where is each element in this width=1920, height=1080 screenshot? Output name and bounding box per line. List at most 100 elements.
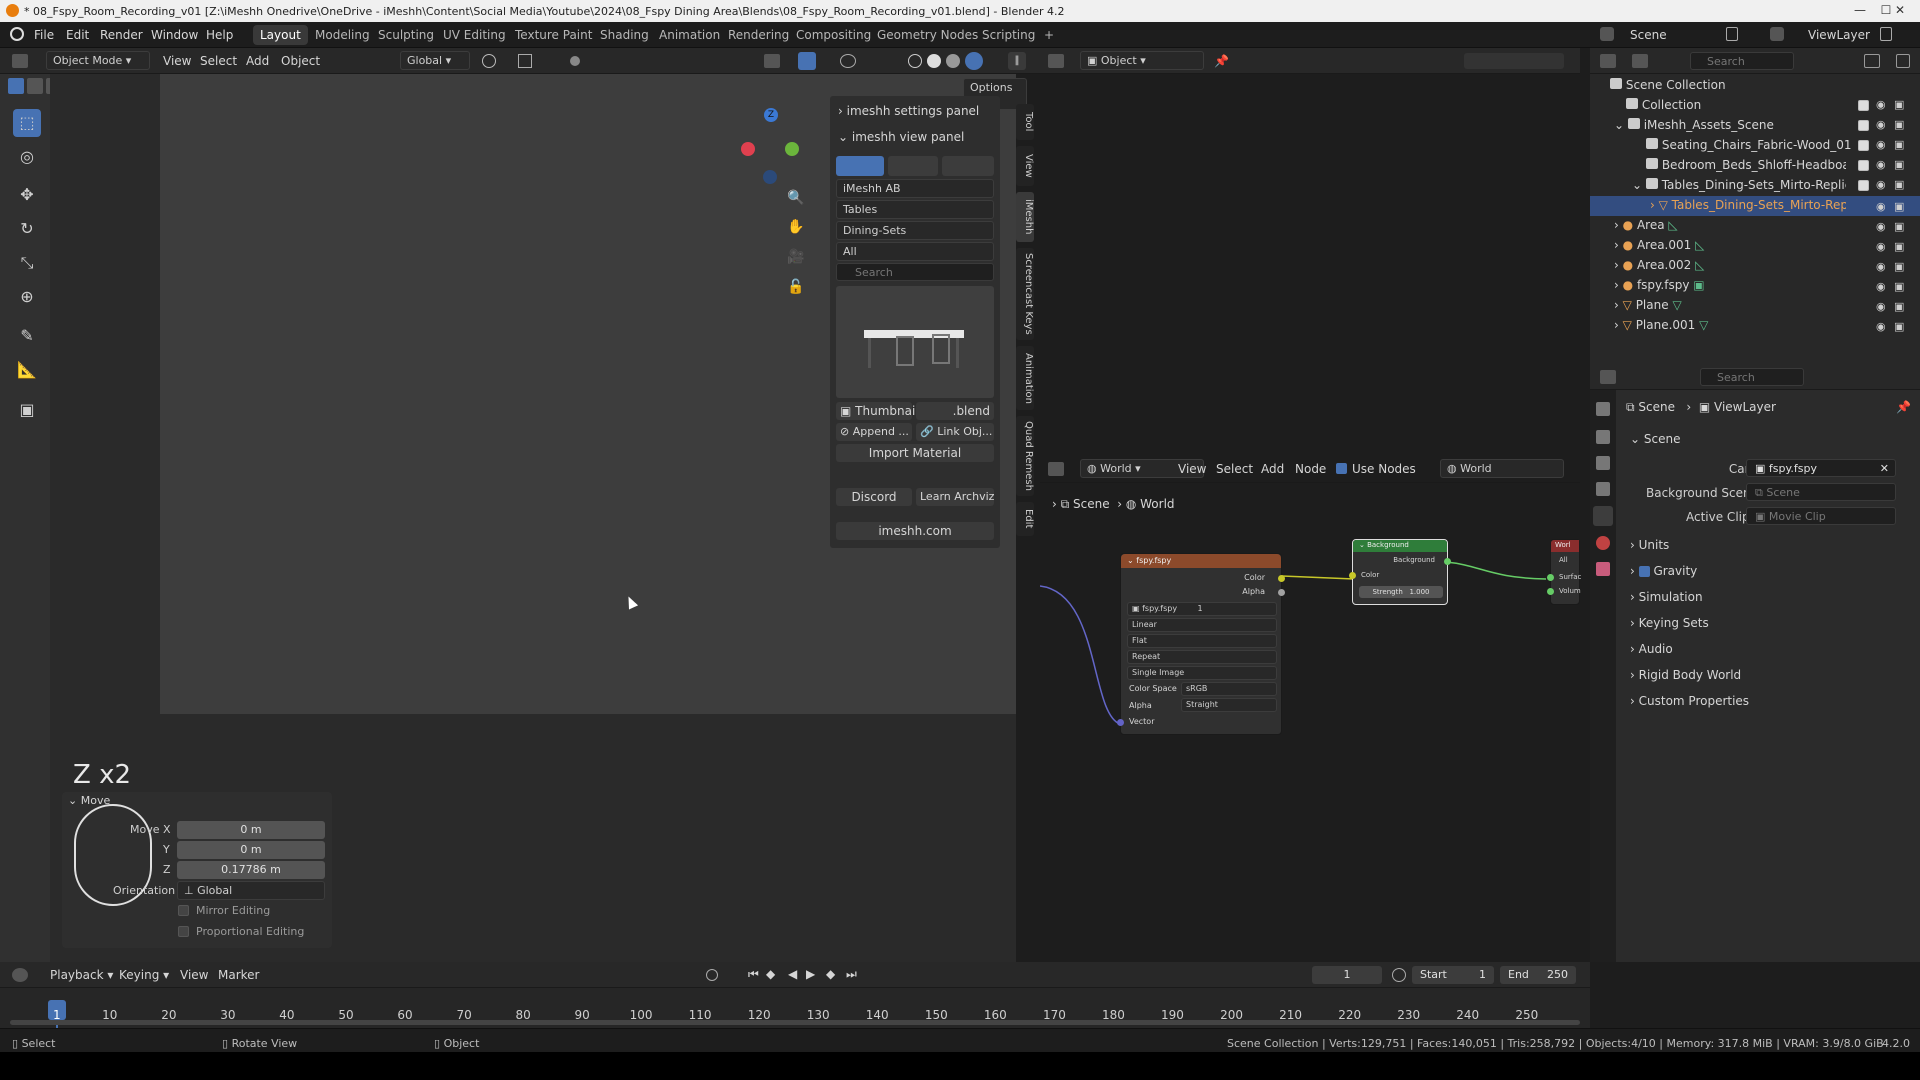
socket-surface[interactable] [1547,574,1554,581]
tab-uv-editing[interactable]: UV Editing [436,25,513,45]
node-menu-add[interactable]: Add [1261,462,1284,476]
panel-units[interactable]: › Units [1630,538,1669,552]
play-reverse-icon[interactable]: ◀ [788,967,797,981]
outliner-search-input[interactable] [1690,52,1794,70]
eye-icon[interactable]: ◉ [1876,280,1886,293]
extension-dropdown[interactable]: Repeat [1127,650,1277,664]
axis-neg-z-icon[interactable] [763,170,777,184]
editor-type-icon[interactable] [12,54,28,68]
move-x-field[interactable]: 0 m [177,821,325,839]
render-tab-icon[interactable] [1596,430,1610,444]
select-extend-icon[interactable] [27,78,43,94]
link-object-button[interactable]: 🔗 Link Obj... [916,423,994,441]
scale-tool-icon[interactable]: ⤡ [13,249,41,277]
camera-view-icon[interactable]: 🎥 [787,249,807,269]
camera-icon[interactable]: ▣ [1894,280,1904,293]
node-menu-view[interactable]: View [1178,462,1206,476]
panel-rigid-body-world[interactable]: › Rigid Body World [1630,668,1741,682]
proportional-icon[interactable] [570,56,580,66]
proportional-editing-checkbox[interactable] [178,926,189,937]
node-menu-select[interactable]: Select [1216,462,1253,476]
image-editor-area[interactable] [1040,74,1580,452]
sidebar-tab-view[interactable]: View [1016,146,1034,186]
eye-icon[interactable]: ◉ [1876,300,1886,313]
stopwatch-icon[interactable] [1392,968,1406,982]
tab-scripting[interactable]: Scripting [975,25,1042,45]
projection-dropdown[interactable]: Flat [1127,634,1277,648]
display-mode-icon[interactable] [1632,54,1648,68]
imeshh-site-button[interactable]: imeshh.com [836,522,994,540]
tab-modeling[interactable]: Modeling [308,25,377,45]
active-clip-field[interactable]: ▣ Movie Clip [1746,507,1896,525]
sidebar-tab-screencast-keys[interactable]: Screencast Keys [1016,248,1034,340]
clear-camera-icon[interactable]: ✕ [1880,460,1895,478]
category-dropdown[interactable]: Tables [836,200,994,219]
rendered-shading-icon[interactable] [965,52,983,70]
pause-render-icon[interactable]: ‖ [1008,52,1026,70]
socket-alpha[interactable] [1278,589,1285,596]
exclude-checkbox[interactable] [1858,120,1869,131]
world-output-node[interactable]: Worl All Surface Volume [1547,539,1581,605]
editor-type-icon[interactable] [1048,462,1064,476]
sidebar-tab-edit[interactable]: Edit [1016,502,1034,536]
panel-keying-sets[interactable]: › Keying Sets [1630,616,1709,630]
eye-icon[interactable]: ◉ [1876,138,1886,151]
editor-type-icon[interactable] [12,968,28,982]
hdri-tab-icon[interactable] [942,156,994,176]
panel-custom-properties[interactable]: › Custom Properties [1630,694,1749,708]
frame-start-field[interactable]: Start 1 [1412,966,1494,984]
socket-vector[interactable] [1117,719,1124,726]
jump-key-back-icon[interactable]: ◆ [766,967,775,981]
sidebar-tab-quad-remesh[interactable]: Quad Remesh [1016,416,1034,496]
pin-icon[interactable]: 📌 [1214,54,1229,68]
background-node[interactable]: ⌄ Background Background Color Strength 1… [1349,539,1451,605]
world-output-target[interactable]: All [1559,556,1568,564]
world-output-header[interactable]: Worl [1551,540,1579,552]
close-button[interactable]: ✕ [1880,3,1920,17]
axis-y-icon[interactable] [785,142,799,156]
subcategory-dropdown[interactable]: Dining-Sets [836,221,994,240]
camera-icon[interactable]: ▣ [1894,118,1904,131]
outliner-item[interactable]: › ▽ Plane.001 ▽ [1614,318,1814,336]
snap-icon[interactable] [518,54,532,68]
menu-file[interactable]: File [34,28,54,42]
play-icon[interactable]: ▶ [806,967,815,981]
axis-z-icon[interactable]: Z [764,108,778,122]
materials-tab-icon[interactable] [888,156,938,176]
timeline-menu-keying[interactable]: Keying ▾ [119,968,169,982]
gravity-checkbox[interactable] [1638,566,1650,577]
viewport-menu-add[interactable]: Add [246,54,269,68]
header-tool-icons[interactable] [1464,53,1564,69]
interpolation-dropdown[interactable]: Linear [1127,618,1277,632]
pan-hand-icon[interactable]: ✋ [787,219,807,239]
socket-background-out[interactable] [1444,558,1451,565]
editor-type-icon[interactable] [1048,54,1064,68]
annotate-tool-icon[interactable]: ✎ [13,322,41,350]
viewlayer-name[interactable]: ViewLayer [1808,28,1870,42]
camera-icon[interactable]: ▣ [1894,178,1904,191]
menu-edit[interactable]: Edit [66,28,89,42]
exclude-checkbox[interactable] [1858,100,1869,111]
move-y-field[interactable]: 0 m [177,841,325,859]
viewlayer-icon[interactable] [1770,27,1784,41]
sidebar-tab-imeshh[interactable]: iMeshh [1016,192,1034,242]
sidebar-tab-animation[interactable]: Animation [1016,346,1034,410]
panel-audio[interactable]: › Audio [1630,642,1673,656]
camera-icon[interactable]: ▣ [1894,240,1904,253]
move-z-field[interactable]: 0.17786 m [177,861,325,879]
overlay-toggle-icon[interactable] [840,54,856,68]
outliner-item[interactable]: › ● Area ◺ [1614,218,1814,236]
outliner-item[interactable]: › ● Area.002 ◺ [1614,258,1814,276]
viewport-menu-view[interactable]: View [163,54,191,68]
camera-icon[interactable]: ▣ [1894,138,1904,151]
camera-icon[interactable]: ▣ [1894,320,1904,333]
thumbnail-button[interactable]: ▣ Thumbnail [836,402,919,420]
jump-key-forward-icon[interactable]: ◆ [826,967,835,981]
select-new-icon[interactable] [8,78,24,94]
scene-name[interactable]: Scene [1630,28,1720,42]
tab-animation[interactable]: Animation [652,25,727,45]
camera-icon[interactable]: ▣ [1894,220,1904,233]
background-node-header[interactable]: ⌄ Background [1353,540,1447,552]
visibility-icon[interactable] [764,54,780,68]
socket-volume[interactable] [1547,588,1554,595]
